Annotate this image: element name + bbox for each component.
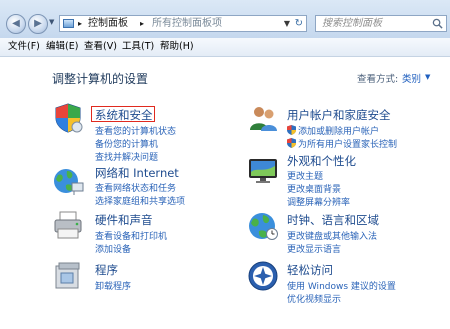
monitor-icon[interactable]: [247, 154, 279, 186]
category-system-security[interactable]: 系统和安全: [95, 107, 153, 123]
category-programs[interactable]: 程序: [95, 262, 118, 278]
link-homegroup[interactable]: 选择家庭组和共享选项: [95, 194, 185, 207]
breadcrumb-separator-icon[interactable]: ▸: [78, 17, 82, 31]
menu-view[interactable]: 查看(V): [84, 41, 117, 53]
link-optimize-visual[interactable]: 优化视频显示: [287, 292, 341, 305]
link-change-theme[interactable]: 更改主题: [287, 169, 323, 182]
link-troubleshoot[interactable]: 查找并解决问题: [95, 150, 158, 163]
control-panel-icon: [63, 19, 74, 28]
programs-icon[interactable]: [52, 260, 84, 292]
link-windows-suggested[interactable]: 使用 Windows 建议的设置: [287, 279, 396, 292]
page-title: 调整计算机的设置: [52, 72, 149, 86]
shield-flag-icon[interactable]: [52, 102, 84, 134]
control-panel-content: 调整计算机的设置 查看方式: 类别 ▼ 系统和安全 查看您的计算机状态 备份您的…: [0, 57, 450, 329]
breadcrumb-control-panel[interactable]: 控制面板: [88, 17, 128, 31]
back-button[interactable]: ◀: [6, 14, 26, 34]
refresh-icon[interactable]: ↻: [295, 17, 303, 31]
menu-help[interactable]: 帮助(H): [160, 41, 194, 53]
search-icon[interactable]: [432, 18, 443, 29]
link-backup-computer[interactable]: 备份您的计算机: [95, 137, 158, 150]
uac-shield-icon: [287, 125, 296, 135]
uac-shield-icon: [287, 138, 296, 148]
link-keyboard-input[interactable]: 更改键盘或其他输入法: [287, 229, 377, 242]
category-appearance[interactable]: 外观和个性化: [287, 153, 356, 169]
clock-globe-icon[interactable]: [247, 210, 279, 242]
ease-of-access-icon[interactable]: [247, 260, 279, 292]
menu-file[interactable]: 文件(F): [8, 41, 40, 53]
address-dropdown-icon[interactable]: ▼: [284, 17, 290, 31]
category-ease-of-access[interactable]: 轻松访问: [287, 262, 333, 278]
menu-edit[interactable]: 编辑(E): [46, 41, 78, 53]
category-network[interactable]: 网络和 Internet: [95, 165, 179, 181]
network-globe-icon[interactable]: [52, 165, 84, 197]
search-input[interactable]: 搜索控制面板: [322, 17, 382, 31]
forward-button[interactable]: ▶: [28, 14, 48, 34]
search-box[interactable]: 搜索控制面板: [315, 15, 447, 32]
category-user-accounts[interactable]: 用户帐户和家庭安全: [287, 107, 391, 123]
link-view-computer-status[interactable]: 查看您的计算机状态: [95, 124, 176, 137]
link-uninstall-program[interactable]: 卸载程序: [95, 279, 131, 292]
link-screen-resolution[interactable]: 调整屏幕分辨率: [287, 195, 350, 208]
view-by-label: 查看方式:: [357, 74, 399, 85]
menu-tools[interactable]: 工具(T): [122, 41, 154, 53]
breadcrumb-separator-icon[interactable]: ▸: [140, 17, 144, 31]
users-icon[interactable]: [247, 102, 279, 134]
link-add-remove-accounts[interactable]: 添加或删除用户帐户: [287, 124, 379, 137]
address-bar[interactable]: ▸ 控制面板 ▸ 所有控制面板项 ▼ ↻: [59, 15, 307, 32]
chevron-down-icon[interactable]: ▼: [425, 73, 430, 81]
link-network-status[interactable]: 查看网络状态和任务: [95, 181, 176, 194]
link-label[interactable]: 添加或删除用户帐户: [298, 127, 379, 137]
link-desktop-background[interactable]: 更改桌面背景: [287, 182, 341, 195]
link-devices-printers[interactable]: 查看设备和打印机: [95, 229, 167, 242]
breadcrumb-current: 所有控制面板项: [152, 18, 222, 29]
menu-bar: 文件(F) 编辑(E) 查看(V) 工具(T) 帮助(H): [0, 38, 450, 57]
category-hardware[interactable]: 硬件和声音: [95, 212, 153, 228]
recent-pages-dropdown[interactable]: ▼: [49, 18, 54, 26]
view-by-dropdown[interactable]: 类别: [402, 71, 421, 85]
printer-icon[interactable]: [52, 209, 84, 241]
link-label[interactable]: 为所有用户设置家长控制: [298, 140, 397, 150]
category-clock-language[interactable]: 时钟、语言和区域: [287, 212, 379, 228]
address-toolbar: ◀ ▶ ▼ ▸ 控制面板 ▸ 所有控制面板项 ▼ ↻ 搜索控制面板: [0, 0, 450, 39]
link-display-language[interactable]: 更改显示语言: [287, 242, 341, 255]
link-add-device[interactable]: 添加设备: [95, 242, 131, 255]
link-parental-controls[interactable]: 为所有用户设置家长控制: [287, 137, 397, 150]
